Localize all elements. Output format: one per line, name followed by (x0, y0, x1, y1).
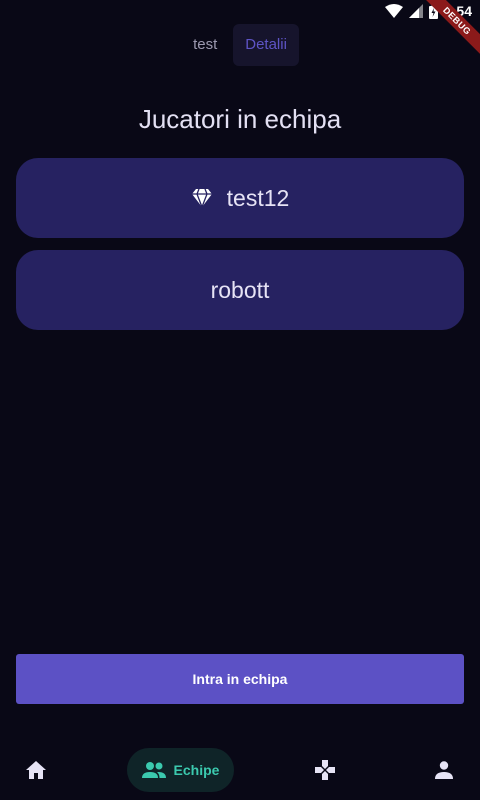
nav-teams-label: Echipe (173, 762, 220, 778)
player-card[interactable]: robott (16, 250, 464, 330)
player-card[interactable]: test12 (16, 158, 464, 238)
tab-test[interactable]: test (181, 24, 229, 66)
home-icon (26, 761, 46, 779)
bottom-nav: Echipe (0, 740, 480, 800)
player-name: test12 (226, 184, 290, 211)
status-bar: 9:54 DEBUG (0, 0, 480, 58)
gamepad-icon (315, 760, 335, 780)
person-icon (435, 761, 453, 779)
top-tabs: test Detalii (0, 24, 480, 66)
wifi-icon (384, 4, 403, 18)
people-icon (141, 762, 166, 778)
gem-icon (191, 188, 213, 208)
player-name: robott (210, 276, 270, 303)
join-team-button[interactable]: Intra in echipa (16, 654, 464, 704)
nav-games[interactable] (305, 748, 345, 792)
page-title: Jucatori in echipa (138, 104, 342, 134)
tab-detalii[interactable]: Detalii (233, 24, 299, 66)
nav-profile[interactable] (424, 748, 464, 792)
nav-teams[interactable]: Echipe (127, 748, 234, 792)
nav-home[interactable] (16, 748, 56, 792)
player-list: test12 robott (16, 158, 464, 342)
